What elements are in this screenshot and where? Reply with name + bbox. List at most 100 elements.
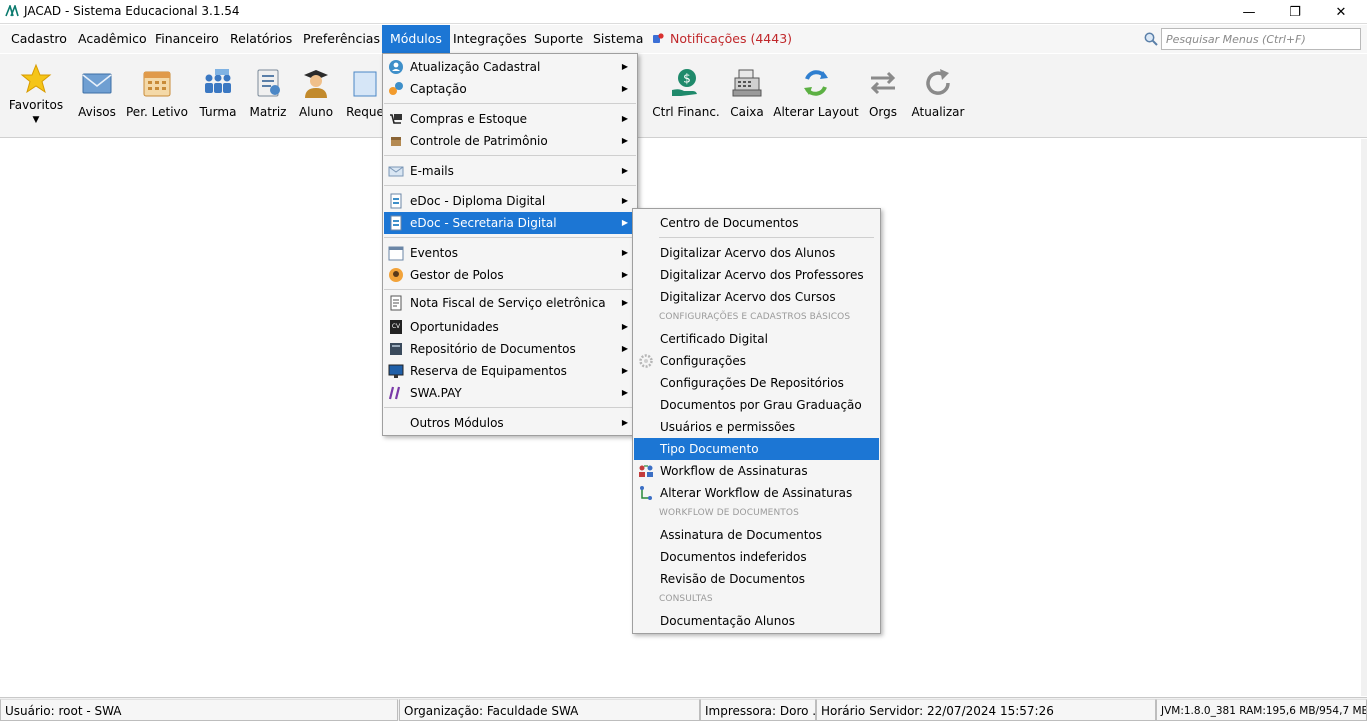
submenu-item-label: Certificado Digital — [660, 332, 768, 346]
submenu-item-digitalizar-professores[interactable]: Digitalizar Acervo dos Professores — [634, 264, 879, 286]
toolbar-atualizar-button[interactable]: Atualizar — [912, 54, 964, 138]
submenu-arrow-icon: ▶ — [621, 366, 628, 375]
submenu-item-label: Usuários e permissões — [660, 420, 796, 434]
menu-item-reserva-equipamentos[interactable]: Reserva de Equipamentos ▶ — [384, 360, 636, 382]
submenu-arrow-icon: ▶ — [621, 114, 628, 123]
menu-item-outros-modulos[interactable]: Outros Módulos ▶ — [384, 412, 636, 434]
toolbar-orgs-button[interactable]: Orgs — [866, 54, 900, 138]
favorites-button[interactable]: Favoritos ▼ — [9, 54, 63, 138]
submenu-item-label: Documentação Alunos — [660, 614, 795, 628]
toolbar-per-letivo-button[interactable]: Per. Letivo — [126, 54, 188, 138]
toolbar-requerimentos-button[interactable]: Reque — [345, 54, 385, 138]
workflow-people-icon — [639, 465, 653, 477]
menu-item-nota-fiscal[interactable]: Nota Fiscal de Serviço eletrônica ▶ — [384, 290, 636, 316]
menu-preferencias[interactable]: Preferências — [295, 25, 388, 53]
submenu-item-tipo-documento[interactable]: Tipo Documento — [634, 438, 879, 460]
submenu-item-label: Digitalizar Acervo dos Professores — [660, 268, 864, 282]
toolbar-aluno-button[interactable]: Aluno — [297, 54, 335, 138]
profile-update-icon — [389, 60, 403, 74]
menu-separator — [384, 185, 636, 186]
submenu-item-docs-grau-graduacao[interactable]: Documentos por Grau Graduação — [634, 394, 879, 416]
menu-modulos[interactable]: Módulos — [382, 25, 450, 53]
menu-item-swa-pay[interactable]: SWA.PAY ▶ — [384, 382, 636, 404]
cash-register-icon — [732, 69, 762, 97]
menu-separator — [384, 155, 636, 156]
toolbar-turma-label: Turma — [199, 105, 237, 119]
menu-item-compras-estoque[interactable]: Compras e Estoque ▶ — [384, 108, 636, 130]
menu-item-gestor-polos[interactable]: Gestor de Polos ▶ — [384, 264, 636, 286]
toolbar-turma-button[interactable]: Turma — [198, 54, 238, 138]
menu-sistema[interactable]: Sistema — [585, 25, 651, 53]
submenu-item-revisao-documentos[interactable]: Revisão de Documentos — [634, 568, 879, 590]
submenu-item-documentacao-alunos[interactable]: Documentação Alunos — [634, 610, 879, 632]
menu-cadastro[interactable]: Cadastro — [3, 25, 75, 53]
toolbar-ctrl-financ-button[interactable]: $ Ctrl Financ. — [652, 54, 720, 138]
menu-integracoes[interactable]: Integrações — [445, 25, 535, 53]
menu-item-edoc-secretaria[interactable]: eDoc - Secretaria Digital ▶ — [384, 212, 636, 234]
switch-arrows-icon — [870, 71, 896, 95]
menu-item-controle-patrimonio[interactable]: Controle de Patrimônio ▶ — [384, 130, 636, 152]
menu-item-captacao[interactable]: Captação ▶ — [384, 78, 636, 100]
menu-item-label: E-mails — [410, 164, 454, 178]
submenu-item-configuracoes[interactable]: Configurações — [634, 350, 879, 372]
toolbar-caixa-label: Caixa — [730, 105, 764, 119]
menu-item-label: Compras e Estoque — [410, 112, 528, 126]
menu-academico[interactable]: Acadêmico — [70, 25, 155, 53]
invoice-icon — [390, 295, 402, 311]
submenu-item-documentos-indeferidos[interactable]: Documentos indeferidos — [634, 546, 879, 568]
toolbar-avisos-label: Avisos — [78, 105, 116, 119]
workflow-edit-icon — [640, 486, 652, 500]
toolbar-avisos-button[interactable]: Avisos — [76, 54, 118, 138]
status-organization: Organização: Faculdade SWA — [399, 699, 700, 721]
minimize-button[interactable]: — — [1226, 0, 1272, 24]
menu-item-eventos[interactable]: Eventos ▶ — [384, 242, 636, 264]
menu-separator — [384, 237, 636, 238]
submenu-item-alterar-workflow[interactable]: Alterar Workflow de Assinaturas — [634, 482, 879, 504]
submenu-item-usuarios-permissoes[interactable]: Usuários e permissões — [634, 416, 879, 438]
calendar-icon — [143, 71, 171, 97]
submenu-item-label: Configurações — [660, 354, 746, 368]
toolbar-alterar-layout-label: Alterar Layout — [773, 105, 859, 119]
funnel-icon — [389, 82, 403, 95]
menu-relatorios[interactable]: Relatórios — [222, 25, 300, 53]
menu-item-emails[interactable]: E-mails ▶ — [384, 160, 636, 182]
menu-separator — [384, 407, 636, 408]
class-group-icon — [205, 69, 231, 93]
request-icon — [353, 71, 377, 97]
search-icon — [1144, 32, 1158, 46]
submenu-item-centro-documentos[interactable]: Centro de Documentos — [634, 212, 879, 234]
toolbar-caixa-button[interactable]: Caixa — [728, 54, 766, 138]
submenu-item-workflow-assinaturas[interactable]: Workflow de Assinaturas — [634, 460, 879, 482]
menu-financeiro[interactable]: Financeiro — [147, 25, 227, 53]
submenu-item-config-repositorios[interactable]: Configurações De Repositórios — [634, 372, 879, 394]
menu-item-label: Nota Fiscal de Serviço eletrônica — [410, 296, 606, 310]
submenu-arrow-icon: ▶ — [621, 196, 628, 205]
submenu-item-label: Tipo Documento — [660, 442, 759, 456]
menu-suporte[interactable]: Suporte — [526, 25, 591, 53]
submenu-item-certificado-digital[interactable]: Certificado Digital — [634, 328, 879, 350]
menu-item-label: Outros Módulos — [410, 416, 504, 430]
restore-button[interactable]: ❐ — [1272, 0, 1318, 24]
status-memory: JVM:1.8.0_381 RAM:195,6 MB/954,7 MB — [1156, 699, 1367, 721]
toolbar-orgs-label: Orgs — [868, 105, 898, 119]
submenu-item-assinatura-documentos[interactable]: Assinatura de Documentos — [634, 524, 879, 546]
menu-item-repositorio[interactable]: Repositório de Documentos ▶ — [384, 338, 636, 360]
menu-item-oportunidades[interactable]: CV Oportunidades ▶ — [384, 316, 636, 338]
submenu-item-label: Assinatura de Documentos — [660, 528, 822, 542]
toolbar-alterar-layout-button[interactable]: Alterar Layout — [773, 54, 859, 138]
toolbar-matriz-label: Matriz — [249, 105, 287, 119]
section-header-consultas: CONSULTAS — [659, 594, 713, 604]
submenu-arrow-icon: ▶ — [621, 322, 628, 331]
diploma-doc-icon — [390, 193, 402, 209]
search-input[interactable] — [1161, 28, 1361, 50]
submenu-item-digitalizar-alunos[interactable]: Digitalizar Acervo dos Alunos — [634, 242, 879, 264]
menu-item-label: Gestor de Polos — [410, 268, 504, 282]
toolbar-matriz-button[interactable]: Matriz — [248, 54, 288, 138]
svg-text:$: $ — [683, 72, 691, 86]
menu-item-atualizacao-cadastral[interactable]: Atualização Cadastral ▶ — [384, 56, 636, 78]
notifications-link[interactable]: Notificações (4443) — [652, 25, 792, 53]
submenu-item-digitalizar-cursos[interactable]: Digitalizar Acervo dos Cursos — [634, 286, 879, 308]
close-button[interactable]: ✕ — [1318, 0, 1364, 24]
menu-item-edoc-diploma[interactable]: eDoc - Diploma Digital ▶ — [384, 190, 636, 212]
section-header-configuracoes: CONFIGURAÇÕES E CADASTROS BÁSICOS — [659, 312, 851, 322]
